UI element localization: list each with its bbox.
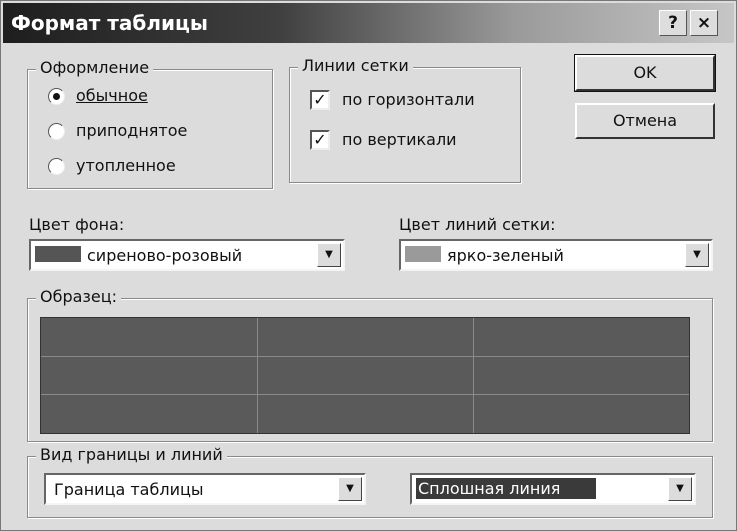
grid-lines-group: Линии сетки ✓ по горизонтали ✓ по вертик… — [289, 56, 521, 183]
border-style-legend: Вид границы и линий — [36, 445, 227, 464]
sample-legend: Образец: — [36, 287, 122, 306]
close-button[interactable]: × — [690, 10, 718, 36]
background-color-value: сиреново-розовый — [87, 246, 243, 265]
format-table-dialog: Формат таблицы ? × Оформление обычное пр… — [0, 0, 737, 531]
grid-color-value: ярко-зеленый — [447, 246, 564, 265]
dialog-title: Формат таблицы — [11, 11, 208, 35]
sample-group: Образец: — [27, 287, 713, 442]
radio-raised-label[interactable]: приподнятое — [76, 121, 187, 140]
checkbox-horizontal-label[interactable]: по горизонтали — [342, 90, 475, 109]
checkbox-vertical-label[interactable]: по вертикали — [342, 130, 457, 149]
background-color-label: Цвет фона: — [29, 215, 125, 234]
sample-vertical-line — [473, 318, 474, 433]
border-target-dropdown[interactable]: Граница таблицы ▼ — [44, 473, 366, 505]
border-target-value: Граница таблицы — [54, 480, 204, 499]
sample-horizontal-line — [41, 356, 689, 357]
background-color-dropdown[interactable]: сиреново-розовый ▼ — [29, 239, 345, 271]
cancel-button[interactable]: Отмена — [575, 103, 715, 139]
ok-button[interactable]: OK — [574, 54, 716, 92]
title-bar[interactable]: Формат таблицы ? × — [3, 3, 734, 43]
checkbox-vertical[interactable]: ✓ — [310, 130, 330, 150]
design-group: Оформление обычное приподнятое утопленно… — [27, 58, 273, 189]
help-button[interactable]: ? — [659, 10, 687, 36]
sample-vertical-line — [257, 318, 258, 433]
checkbox-horizontal[interactable]: ✓ — [310, 90, 330, 110]
radio-normal-label[interactable]: обычное — [76, 86, 148, 105]
chevron-down-icon[interactable]: ▼ — [338, 477, 362, 501]
radio-sunken-label[interactable]: утопленное — [76, 156, 176, 175]
chevron-down-icon[interactable]: ▼ — [317, 243, 341, 267]
sample-preview-grid — [40, 317, 690, 434]
border-style-group: Вид границы и линий Граница таблицы ▼ Сп… — [27, 445, 713, 518]
design-group-legend: Оформление — [36, 58, 154, 77]
grid-color-swatch — [405, 246, 441, 262]
chevron-down-icon[interactable]: ▼ — [685, 243, 709, 267]
line-style-dropdown[interactable]: Сплошная линия ▼ — [410, 473, 696, 505]
sample-horizontal-line — [41, 394, 689, 395]
line-style-value: Сплошная линия — [416, 478, 597, 499]
grid-color-dropdown[interactable]: ярко-зеленый ▼ — [399, 239, 713, 271]
radio-selected-dot — [53, 93, 60, 100]
radio-normal[interactable] — [48, 88, 65, 105]
chevron-down-icon[interactable]: ▼ — [668, 477, 692, 501]
background-color-swatch — [35, 246, 81, 262]
radio-raised[interactable] — [48, 123, 65, 140]
grid-lines-legend: Линии сетки — [298, 56, 413, 75]
grid-color-label: Цвет линий сетки: — [399, 215, 556, 234]
radio-sunken[interactable] — [48, 158, 65, 175]
